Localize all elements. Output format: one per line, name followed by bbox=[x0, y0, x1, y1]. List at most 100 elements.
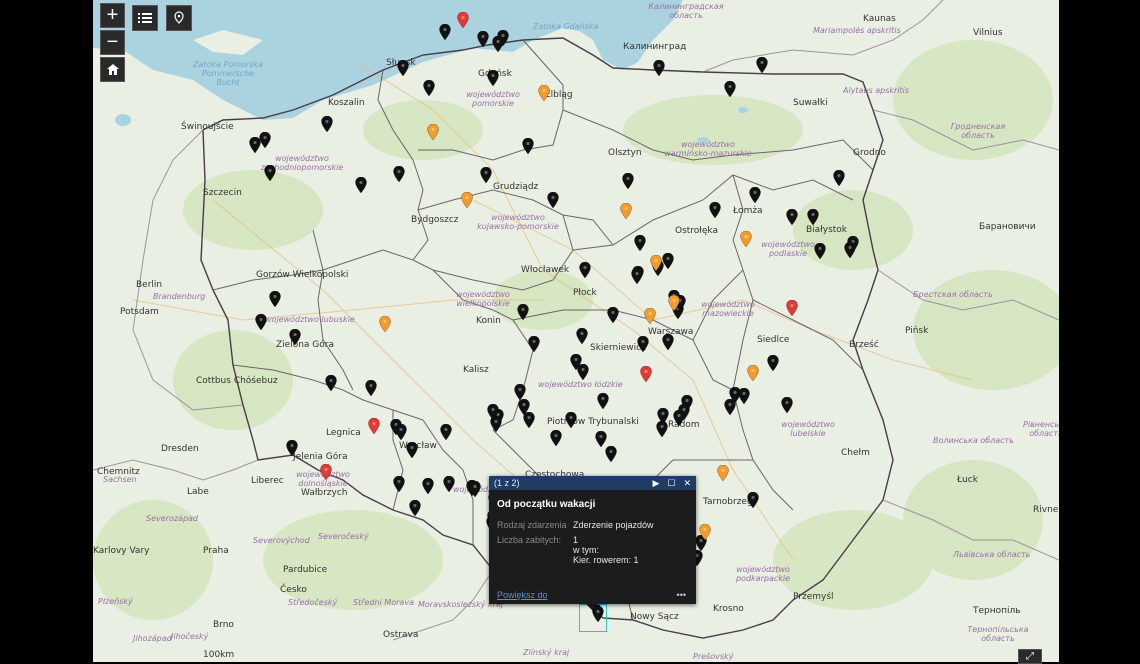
incident-marker-black[interactable] bbox=[595, 431, 607, 447]
incident-marker-black[interactable] bbox=[786, 209, 798, 225]
incident-marker-black[interactable] bbox=[724, 81, 736, 97]
incident-marker-orange[interactable] bbox=[461, 192, 473, 208]
next-feature-icon[interactable]: ▶ bbox=[652, 478, 659, 489]
incident-marker-red[interactable] bbox=[457, 12, 469, 28]
incident-marker-black[interactable] bbox=[656, 421, 668, 437]
incident-marker-black[interactable] bbox=[747, 492, 759, 508]
layers-list-button[interactable] bbox=[132, 5, 158, 31]
incident-marker-orange[interactable] bbox=[620, 203, 632, 219]
incident-marker-black[interactable] bbox=[579, 262, 591, 278]
incident-marker-black[interactable] bbox=[286, 440, 298, 456]
incident-marker-black[interactable] bbox=[393, 166, 405, 182]
incident-marker-black[interactable] bbox=[487, 70, 499, 86]
incident-marker-black[interactable] bbox=[492, 36, 504, 52]
incident-marker-red[interactable] bbox=[320, 464, 332, 480]
incident-marker-black[interactable] bbox=[550, 430, 562, 446]
more-actions-button[interactable]: ••• bbox=[677, 590, 686, 600]
incident-marker-black[interactable] bbox=[634, 235, 646, 251]
incident-marker-black[interactable] bbox=[844, 242, 856, 258]
incident-marker-black[interactable] bbox=[477, 31, 489, 47]
city-label: Olsztyn bbox=[608, 148, 642, 158]
incident-marker-black[interactable] bbox=[653, 60, 665, 76]
incident-marker-black[interactable] bbox=[325, 375, 337, 391]
incident-marker-orange[interactable] bbox=[668, 295, 680, 311]
incident-marker-black[interactable] bbox=[749, 187, 761, 203]
incident-marker-black[interactable] bbox=[259, 132, 271, 148]
maximize-icon[interactable]: ☐ bbox=[667, 478, 675, 489]
incident-marker-black[interactable] bbox=[607, 307, 619, 323]
zoom-to-link[interactable]: Powiększ do bbox=[497, 590, 548, 600]
incident-marker-orange[interactable] bbox=[717, 465, 729, 481]
zoom-out-button[interactable]: − bbox=[100, 30, 125, 55]
incident-marker-black[interactable] bbox=[631, 268, 643, 284]
feature-popup[interactable]: (1 z 2) ▶ ☐ ✕ Od początku wakacji Rodzaj… bbox=[489, 476, 696, 604]
incident-marker-orange[interactable] bbox=[650, 255, 662, 271]
incident-marker-black[interactable] bbox=[622, 173, 634, 189]
incident-marker-black[interactable] bbox=[523, 412, 535, 428]
city-label: Калининград bbox=[623, 42, 687, 52]
incident-marker-black[interactable] bbox=[423, 80, 435, 96]
incident-marker-black[interactable] bbox=[365, 380, 377, 396]
incident-marker-black[interactable] bbox=[807, 209, 819, 225]
incident-marker-black[interactable] bbox=[395, 424, 407, 440]
incident-marker-black[interactable] bbox=[469, 481, 481, 497]
incident-marker-orange[interactable] bbox=[379, 316, 391, 332]
incident-marker-black[interactable] bbox=[440, 424, 452, 440]
incident-marker-black[interactable] bbox=[576, 328, 588, 344]
incident-marker-black[interactable] bbox=[637, 336, 649, 352]
attribute-value: 1 w tym: Kier. rowerem: 1 bbox=[573, 535, 658, 570]
incident-marker-orange[interactable] bbox=[747, 365, 759, 381]
region-label: województwo wielkopolskie bbox=[456, 290, 510, 308]
incident-marker-black[interactable] bbox=[565, 412, 577, 428]
incident-marker-black[interactable] bbox=[577, 364, 589, 380]
incident-marker-black[interactable] bbox=[514, 384, 526, 400]
incident-marker-black[interactable] bbox=[767, 355, 779, 371]
incident-marker-black[interactable] bbox=[517, 304, 529, 320]
incident-marker-black[interactable] bbox=[781, 397, 793, 413]
zoom-in-button[interactable]: + bbox=[100, 3, 125, 28]
incident-marker-black[interactable] bbox=[833, 170, 845, 186]
incident-marker-orange[interactable] bbox=[740, 231, 752, 247]
incident-marker-black[interactable] bbox=[756, 57, 768, 73]
incident-marker-black[interactable] bbox=[480, 167, 492, 183]
incident-marker-red[interactable] bbox=[640, 366, 652, 382]
incident-marker-black[interactable] bbox=[264, 165, 276, 181]
incident-marker-black[interactable] bbox=[393, 476, 405, 492]
incident-marker-black[interactable] bbox=[255, 314, 267, 330]
incident-marker-orange[interactable] bbox=[538, 85, 550, 101]
incident-marker-black[interactable] bbox=[662, 334, 674, 350]
close-icon[interactable]: ✕ bbox=[683, 478, 691, 489]
incident-marker-black[interactable] bbox=[422, 478, 434, 494]
incident-marker-black[interactable] bbox=[605, 446, 617, 462]
incident-marker-black[interactable] bbox=[738, 388, 750, 404]
incident-marker-black[interactable] bbox=[321, 116, 333, 132]
incident-marker-red[interactable] bbox=[368, 418, 380, 434]
incident-marker-black[interactable] bbox=[673, 410, 685, 426]
incident-marker-orange[interactable] bbox=[699, 524, 711, 540]
incident-marker-black[interactable] bbox=[409, 500, 421, 516]
incident-marker-black[interactable] bbox=[597, 393, 609, 409]
incident-marker-red[interactable] bbox=[786, 300, 798, 316]
incident-marker-black[interactable] bbox=[355, 177, 367, 193]
city-label: Kalisz bbox=[463, 365, 489, 375]
incident-marker-black[interactable] bbox=[439, 24, 451, 40]
incident-marker-black[interactable] bbox=[522, 138, 534, 154]
incident-marker-black[interactable] bbox=[490, 416, 502, 432]
incident-marker-black[interactable] bbox=[443, 476, 455, 492]
city-label: Karlovy Vary bbox=[93, 546, 150, 556]
region-label: Prešovský bbox=[693, 652, 734, 661]
incident-marker-orange[interactable] bbox=[644, 308, 656, 324]
incident-marker-black[interactable] bbox=[528, 336, 540, 352]
incident-marker-black[interactable] bbox=[269, 291, 281, 307]
incident-marker-black[interactable] bbox=[547, 192, 559, 208]
incident-marker-black[interactable] bbox=[724, 399, 736, 415]
home-button[interactable] bbox=[100, 57, 125, 82]
incident-marker-black[interactable] bbox=[406, 442, 418, 458]
incident-marker-black[interactable] bbox=[709, 202, 721, 218]
incident-marker-black[interactable] bbox=[397, 60, 409, 76]
incident-marker-orange[interactable] bbox=[427, 124, 439, 140]
locate-button[interactable] bbox=[166, 5, 192, 31]
city-label: Krosno bbox=[713, 604, 744, 614]
incident-marker-black[interactable] bbox=[814, 243, 826, 259]
incident-marker-black[interactable] bbox=[289, 329, 301, 345]
